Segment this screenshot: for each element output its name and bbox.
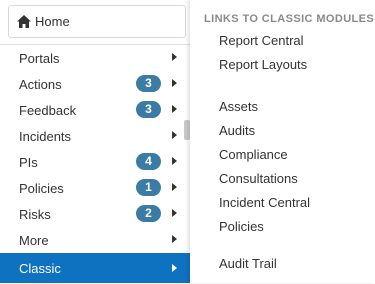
link-policies[interactable]: Policies <box>219 219 264 234</box>
menu-item-label: More <box>19 233 49 248</box>
link-consultations[interactable]: Consultations <box>219 171 298 186</box>
sidebar: Home Portals Actions 3 Feedback 3 Incide… <box>0 0 193 283</box>
chevron-right-icon <box>172 131 177 139</box>
menu-item-risks[interactable]: Risks 2 <box>0 201 192 227</box>
menu-item-label: Policies <box>19 181 64 196</box>
menu-item-feedback[interactable]: Feedback 3 <box>0 97 192 123</box>
menu-item-classic[interactable]: Classic <box>0 253 192 283</box>
menu-item-label: Feedback <box>19 103 77 118</box>
link-report-layouts[interactable]: Report Layouts <box>219 57 307 72</box>
menu-item-portals[interactable]: Portals <box>0 45 192 71</box>
chevron-right-icon <box>172 183 177 191</box>
chevron-right-icon <box>172 53 177 61</box>
menu-item-more[interactable]: More <box>0 227 192 253</box>
menu-item-label: Classic <box>19 261 61 276</box>
menu-item-actions[interactable]: Actions 3 <box>0 71 192 97</box>
chevron-right-icon <box>172 264 177 272</box>
count-badge: 2 <box>136 205 161 222</box>
count-badge: 4 <box>136 153 161 170</box>
menu-item-label: Portals <box>19 51 60 66</box>
link-report-central[interactable]: Report Central <box>219 33 304 48</box>
count-badge: 3 <box>136 75 161 92</box>
chevron-right-icon <box>172 79 177 87</box>
chevron-right-icon <box>172 157 177 165</box>
home-link[interactable]: Home <box>8 5 186 38</box>
chevron-right-icon <box>172 105 177 113</box>
link-audit-trail[interactable]: Audit Trail <box>219 256 277 271</box>
link-assets[interactable]: Assets <box>219 99 258 114</box>
house-icon <box>17 14 33 30</box>
count-badge: 1 <box>136 179 161 196</box>
link-compliance[interactable]: Compliance <box>219 147 288 162</box>
home-label: Home <box>35 14 70 29</box>
menu-item-label: Incidents <box>19 129 72 144</box>
chevron-right-icon <box>172 209 177 217</box>
menu-item-pis[interactable]: PIs 4 <box>0 149 192 175</box>
submenu-header: LINKS TO CLASSIC MODULES <box>204 13 375 25</box>
classic-submenu: LINKS TO CLASSIC MODULES Report Central … <box>190 0 375 283</box>
chevron-right-icon <box>172 235 177 243</box>
menu-item-policies[interactable]: Policies 1 <box>0 175 192 201</box>
count-badge: 3 <box>136 101 161 118</box>
menu-item-label: PIs <box>19 155 38 170</box>
menu-item-incidents[interactable]: Incidents <box>0 123 192 149</box>
menu-item-label: Risks <box>19 207 51 222</box>
link-audits[interactable]: Audits <box>219 123 255 138</box>
link-incident-central[interactable]: Incident Central <box>219 195 310 210</box>
main-menu: Portals Actions 3 Feedback 3 Incidents P… <box>0 44 192 284</box>
menu-item-label: Actions <box>19 77 62 92</box>
